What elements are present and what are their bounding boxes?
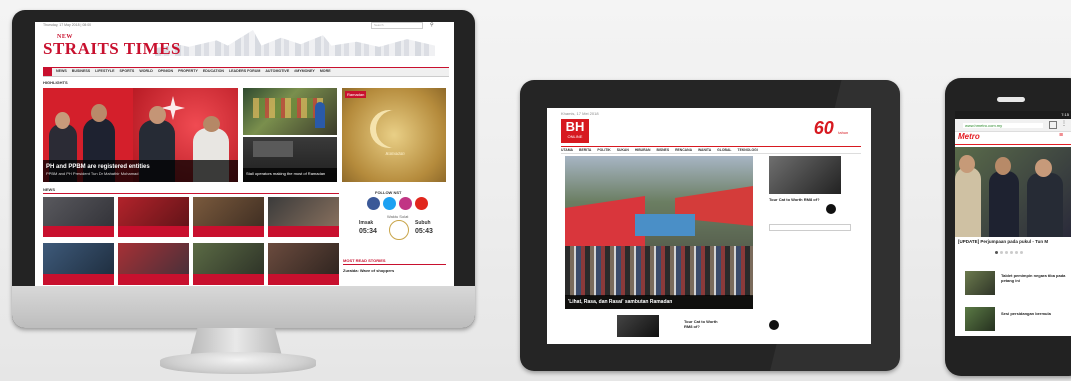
search-input[interactable]: Search	[371, 22, 423, 29]
news-label: NEWS	[43, 187, 55, 192]
nav-item-more[interactable]: MORE	[320, 69, 331, 73]
tablet-hero-image[interactable]: 'Lihat, Rasa, dan Rasai' sambutan Ramada…	[565, 156, 753, 309]
tablet-screen: Khamis, 17 Mei 2018 BH ONLINE 60 tahun U…	[547, 108, 871, 344]
youtube-icon[interactable]	[415, 197, 428, 210]
follow-label: FOLLOW NST	[375, 190, 402, 195]
search-icon[interactable]: ⚲	[430, 22, 434, 28]
news-card[interactable]	[193, 243, 264, 285]
tabs-icon[interactable]	[1049, 121, 1057, 129]
metro-header: Metro ≡	[955, 132, 1071, 145]
news-card[interactable]	[268, 243, 339, 285]
skyline-banner	[155, 30, 435, 56]
facebook-icon[interactable]	[367, 197, 380, 210]
tablet-nav-item-sukan[interactable]: SUKAN	[617, 148, 629, 152]
tablet-nav-item-utama[interactable]: UTAMA	[561, 148, 573, 152]
phone-hero-image[interactable]	[955, 147, 1071, 237]
desktop-screen: Thursday, 17 May 2018 | 08:00 Search ⚲ N…	[35, 22, 454, 286]
nav-item-automotive[interactable]: AUTOMOTIVE	[265, 69, 289, 73]
bh-logo[interactable]: BH ONLINE	[561, 119, 589, 143]
hero-caption: PH and PPBM are registered entities PPBM…	[43, 160, 238, 182]
tablet-headline[interactable]: 'Lihat, Rasa, dan Rasai' sambutan Ramada…	[565, 295, 753, 309]
play-button[interactable]	[826, 204, 836, 214]
site-logo[interactable]: NEW STRAITS TIMES	[43, 34, 181, 59]
nav-item-world[interactable]: WORLD	[139, 69, 153, 73]
list-item[interactable]: Tablet pemimpin negara tiba pada petang …	[1001, 273, 1067, 283]
bottom-ad-title[interactable]: Tour Cat to Worth RM8 of?	[684, 319, 720, 329]
tablet-nav-item-berita[interactable]: BERITA	[579, 148, 591, 152]
url-field[interactable]: www.hmetro.com.my	[963, 123, 1043, 128]
list-thumb[interactable]	[965, 271, 995, 295]
most-read-item[interactable]: Zuraida: Wave of shoppers	[343, 268, 443, 273]
anniversary-badge: 60 tahun	[813, 118, 849, 138]
home-icon[interactable]	[43, 68, 52, 76]
phone-screen: 7:15 www.hmetro.com.my ⋮ Metro ≡ [UPDATE…	[955, 111, 1071, 336]
browser-bar: www.hmetro.com.my ⋮	[955, 119, 1071, 132]
status-bar: 7:15	[955, 111, 1071, 119]
news-card[interactable]	[118, 243, 189, 285]
menu-icon[interactable]: ⋮	[1061, 120, 1067, 127]
main-nav: NEWS BUSINESS LIFESTYLE SPORTS WORLD OPINION P…	[43, 67, 449, 77]
hero-headline[interactable]: PH and PPBM are registered entities	[43, 160, 238, 171]
nav-item-education[interactable]: EDUCATION	[203, 69, 224, 73]
bottom-play-button[interactable]	[769, 320, 779, 330]
highlights-label: HIGHLIGHTS	[43, 80, 68, 85]
news-card[interactable]	[268, 197, 339, 237]
tablet-nav-item-wanita[interactable]: WANITA	[698, 148, 711, 152]
list-thumb[interactable]	[965, 307, 995, 331]
news-grid	[43, 197, 343, 285]
news-card[interactable]	[43, 243, 114, 285]
nav-item-lifestyle[interactable]: LIFESTYLE	[95, 69, 114, 73]
tablet-search-input[interactable]	[769, 224, 851, 231]
nav-items: NEWS BUSINESS LIFESTYLE SPORTS WORLD OPINION P…	[56, 69, 331, 73]
date-line: Thursday, 17 May 2018 | 08:00 Search ⚲	[43, 22, 434, 29]
metro-logo[interactable]: Metro	[958, 132, 980, 141]
tablet-nav-item-teknologi[interactable]: TEKNOLOGI	[738, 148, 758, 152]
nav-item-leaders-forum[interactable]: LEADERS FORUM	[229, 69, 260, 73]
tablet-side-title[interactable]: Tour Cat to Worth RM8 of?	[769, 197, 820, 202]
nav-item-sports[interactable]: SPORTS	[120, 69, 135, 73]
nav-item--mymoney[interactable]: #MYMONEY	[294, 69, 315, 73]
tablet-nav-item-global[interactable]: GLOBAL	[717, 148, 731, 152]
list-item[interactable]: Sesi persidangan bermula	[1001, 311, 1067, 316]
news-card[interactable]	[118, 197, 189, 237]
nav-item-opinion[interactable]: OPINION	[158, 69, 173, 73]
phone-speaker	[997, 97, 1025, 102]
tablet-nav-item-hiburan[interactable]: HIBURAN	[635, 148, 651, 152]
tablet-nav-item-bisnes[interactable]: BISNES	[656, 148, 669, 152]
phone-menu-icon[interactable]: ≡	[1059, 132, 1063, 139]
social-icons	[367, 197, 428, 210]
monitor-chin	[12, 286, 475, 328]
news-card[interactable]	[43, 197, 114, 237]
most-read-label: MOST READ STORIES	[343, 258, 386, 263]
ramadan-ad[interactable]: Ramadan Ramadan	[342, 88, 446, 182]
tablet-nav-item-rencana[interactable]: RENCANA	[675, 148, 692, 152]
instagram-icon[interactable]	[399, 197, 412, 210]
hero-story-image[interactable]: PH and PPBM are registered entities PPBM…	[43, 88, 238, 182]
side-story-image[interactable]	[243, 88, 337, 135]
nav-item-news[interactable]: NEWS	[56, 69, 67, 73]
tablet-nav-item-politik[interactable]: POLITIK	[597, 148, 610, 152]
side-story-2[interactable]: Stall operators making the most of Ramad…	[243, 137, 337, 182]
carousel-dots[interactable]	[995, 251, 1023, 254]
nav-item-business[interactable]: BUSINESS	[72, 69, 90, 73]
nav-item-property[interactable]: PROPERTY	[178, 69, 198, 73]
tablet-side-image[interactable]	[769, 156, 841, 194]
tablet-nav: UTAMA BERITA POLITIK SUKAN HIBURAN BISNES RENC…	[561, 146, 861, 154]
twitter-icon[interactable]	[383, 197, 396, 210]
prayer-times-widget: Waktu Solat Imsak 05:34 Subuh 05:43	[357, 214, 447, 242]
phone-headline[interactable]: [UPDATE] Perjumpaan pada pukul - Tun M	[958, 239, 1068, 245]
news-card[interactable]	[193, 197, 264, 237]
tablet-top-links: Khamis, 17 Mei 2018	[561, 111, 599, 116]
bottom-ad-image[interactable]	[617, 315, 659, 337]
monitor-stand-base	[160, 352, 316, 374]
